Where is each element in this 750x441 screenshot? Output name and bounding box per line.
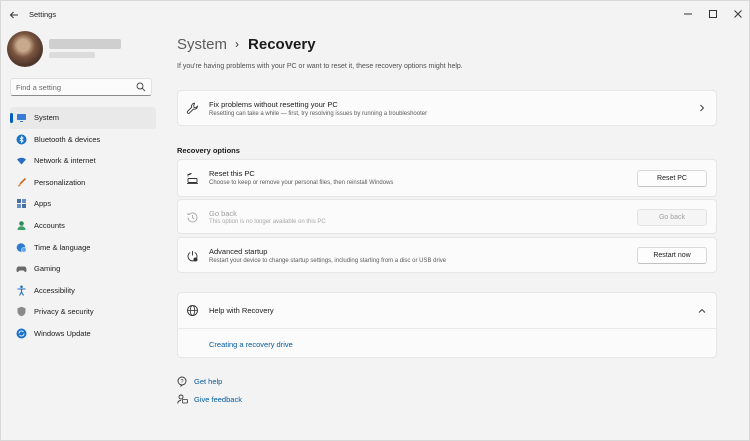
apps-icon — [16, 198, 27, 209]
sidebar-item-windows-update[interactable]: Windows Update — [10, 323, 156, 345]
wifi-icon — [16, 155, 27, 166]
user-email-redacted — [49, 52, 95, 58]
title-bar: Settings — [1, 1, 750, 29]
reset-pc-title: Reset this PC — [209, 169, 255, 178]
sidebar-item-label: Gaming — [34, 264, 61, 274]
close-button[interactable] — [725, 3, 750, 25]
sidebar-item-label: Privacy & security — [34, 307, 94, 317]
minimize-icon — [684, 13, 692, 15]
back-button[interactable] — [5, 7, 23, 23]
go-back-card: Go back This option is no longer availab… — [177, 199, 717, 234]
globe-clock-icon — [16, 242, 27, 253]
reset-pc-description: Choose to keep or remove your personal f… — [209, 180, 394, 186]
reset-pc-icon — [187, 173, 198, 184]
reset-pc-card: Reset this PC Choose to keep or remove y… — [177, 159, 717, 197]
breadcrumb-parent[interactable]: System — [177, 36, 227, 53]
sidebar-item-personalization[interactable]: Personalization — [10, 172, 156, 194]
sidebar-item-label: Personalization — [34, 177, 86, 187]
update-icon — [16, 328, 27, 339]
go-back-title: Go back — [209, 209, 237, 218]
wrench-icon — [186, 102, 198, 114]
sidebar-item-privacy-security[interactable]: Privacy & security — [10, 301, 156, 323]
sidebar-item-accounts[interactable]: Accounts — [10, 215, 156, 237]
close-icon — [734, 10, 742, 18]
monitor-icon — [16, 112, 27, 123]
svg-text:?: ? — [180, 379, 183, 385]
arrow-left-icon — [9, 11, 18, 19]
history-icon — [187, 212, 198, 223]
recovery-options-heading: Recovery options — [177, 146, 240, 155]
sidebar-item-gaming[interactable]: Gaming — [10, 258, 156, 280]
user-name-redacted — [49, 39, 121, 49]
feedback-icon — [177, 394, 188, 404]
go-back-button: Go back — [637, 209, 707, 226]
settings-window: Settings System Bluetooth & devices — [0, 0, 750, 441]
sidebar-item-label: Apps — [34, 199, 52, 209]
globe-icon — [187, 305, 198, 316]
sidebar-nav: System Bluetooth & devices Network & int… — [10, 107, 156, 345]
sidebar-item-accessibility[interactable]: Accessibility — [10, 280, 156, 302]
avatar[interactable] — [7, 31, 43, 67]
sidebar-item-label: System — [34, 113, 60, 122]
go-back-description: This option is no longer available on th… — [209, 219, 326, 225]
reset-pc-button[interactable]: Reset PC — [637, 170, 707, 187]
bluetooth-icon — [16, 134, 27, 145]
fix-problems-description: Resetting can take a while — first, try … — [209, 111, 428, 117]
breadcrumb: System › Recovery — [177, 33, 316, 55]
minimize-button[interactable] — [675, 3, 701, 25]
help-recovery-title: Help with Recovery — [209, 306, 274, 315]
fix-problems-card[interactable]: Fix problems without resetting your PC R… — [177, 90, 717, 126]
sidebar-item-label: Windows Update — [34, 328, 91, 338]
sidebar-item-system[interactable]: System — [10, 107, 156, 129]
give-feedback-label: Give feedback — [194, 395, 242, 404]
sidebar-item-network[interactable]: Network & internet — [10, 150, 156, 172]
restart-now-button[interactable]: Restart now — [637, 247, 707, 264]
advanced-startup-card: Advanced startup Restart your device to … — [177, 237, 717, 273]
sidebar-item-label: Bluetooth & devices — [34, 134, 101, 144]
sidebar-item-label: Time & language — [34, 242, 91, 252]
search-icon[interactable] — [136, 82, 146, 92]
search-box[interactable] — [10, 78, 152, 96]
recovery-drive-link[interactable]: Creating a recovery drive — [209, 340, 293, 349]
sidebar-item-apps[interactable]: Apps — [10, 193, 156, 215]
maximize-icon — [709, 10, 717, 18]
sidebar-item-label: Accessibility — [34, 285, 75, 295]
page-title: Recovery — [248, 35, 316, 53]
sidebar-item-label: Network & internet — [34, 156, 96, 166]
help-recovery-card: Help with Recovery Creating a recovery d… — [177, 292, 717, 358]
help-chat-icon: ? — [177, 376, 187, 387]
chevron-up-icon[interactable] — [698, 307, 706, 315]
sidebar-item-bluetooth[interactable]: Bluetooth & devices — [10, 129, 156, 151]
advanced-startup-description: Restart your device to change startup se… — [209, 258, 447, 264]
accessibility-icon — [16, 285, 27, 296]
advanced-startup-title: Advanced startup — [209, 247, 268, 256]
get-help-label: Get help — [194, 377, 223, 386]
breadcrumb-separator: › — [235, 37, 240, 51]
app-title: Settings — [29, 10, 57, 19]
sidebar-item-time-language[interactable]: Time & language — [10, 237, 156, 259]
gamepad-icon — [16, 263, 27, 274]
advanced-startup-icon — [187, 251, 198, 262]
brush-icon — [16, 177, 27, 188]
fix-problems-title: Fix problems without resetting your PC — [209, 100, 338, 109]
search-input[interactable] — [16, 81, 134, 94]
page-description: If you're having problems with your PC o… — [177, 63, 463, 70]
shield-icon — [16, 306, 27, 317]
sidebar-item-label: Accounts — [34, 220, 65, 230]
chevron-right-icon — [700, 104, 705, 112]
maximize-button[interactable] — [700, 3, 726, 25]
divider — [178, 328, 716, 329]
person-icon — [16, 220, 27, 231]
